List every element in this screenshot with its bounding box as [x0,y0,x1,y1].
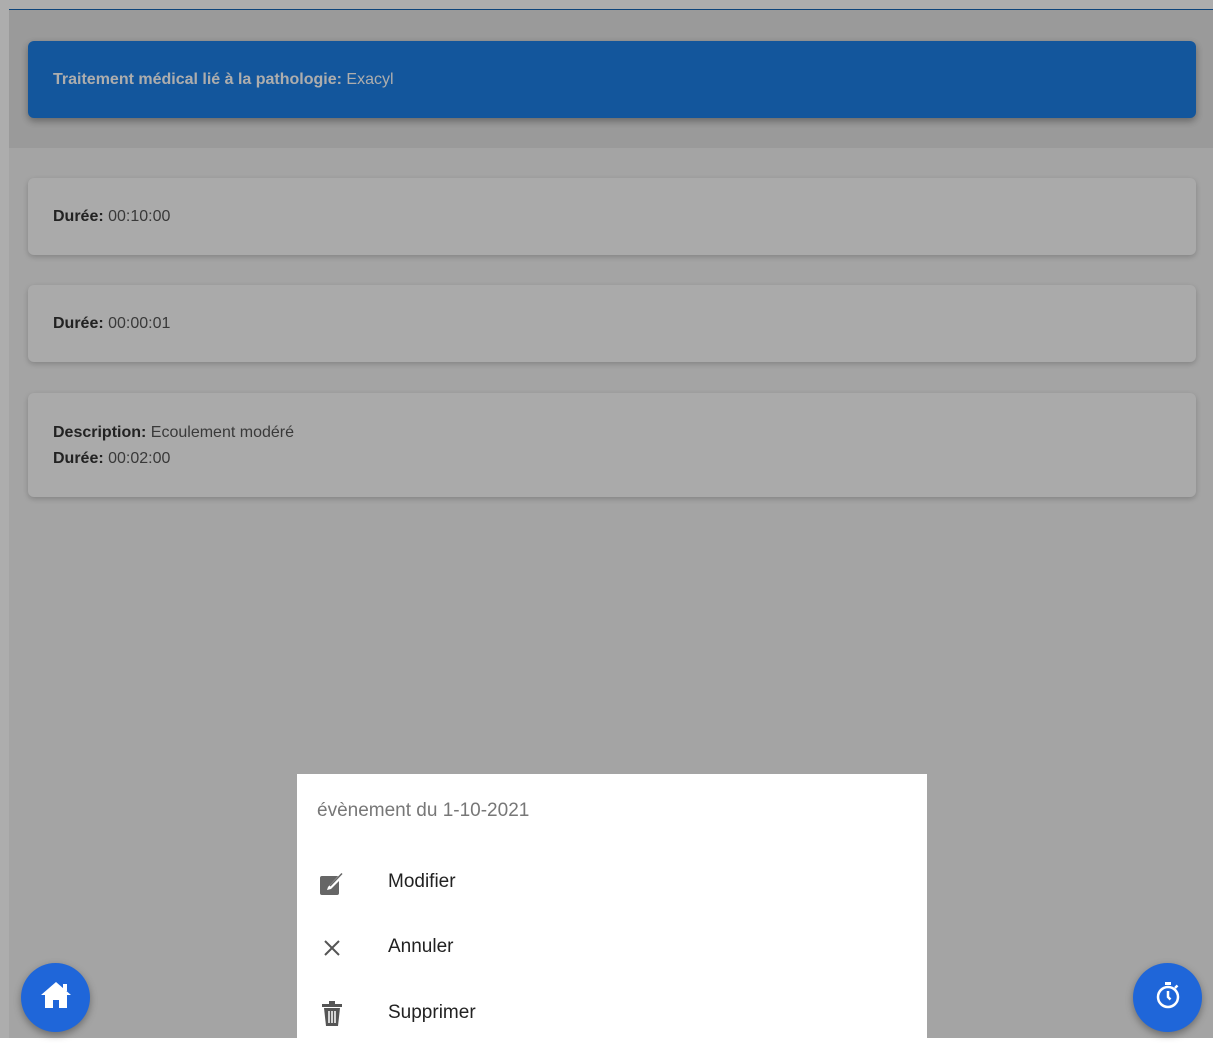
close-icon [319,935,345,961]
home-icon [39,979,73,1016]
delete-label: Supprimer [388,1002,476,1023]
modify-label: Modifier [388,871,456,892]
timer-button[interactable] [1133,963,1202,1032]
delete-button[interactable]: Supprimer [297,983,927,1043]
action-sheet-title: évènement du 1-10-2021 [317,800,530,821]
modify-button[interactable]: Modifier [297,852,927,912]
home-button[interactable] [21,963,90,1032]
edit-icon [319,870,345,896]
trash-icon [319,1001,345,1027]
cancel-label: Annuler [388,936,454,957]
cancel-button[interactable]: Annuler [297,917,927,977]
stopwatch-icon [1153,980,1183,1015]
action-sheet: évènement du 1-10-2021 Modifier Annuler [297,774,927,1038]
